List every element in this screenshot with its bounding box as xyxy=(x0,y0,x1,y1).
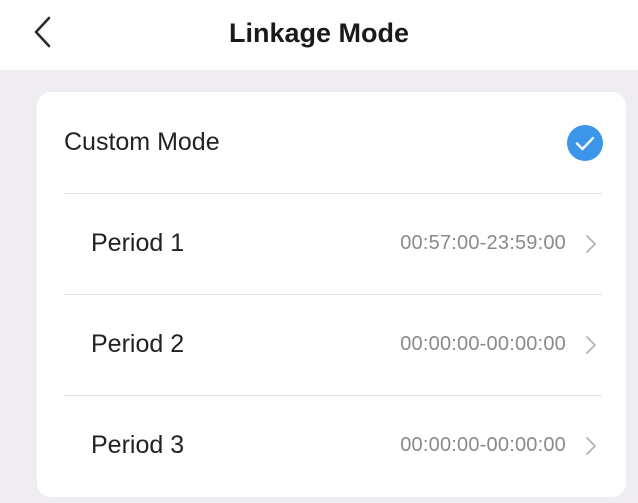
period-label: Period 2 xyxy=(91,330,185,358)
period-time-range: 00:57:00-23:59:00 xyxy=(400,232,566,254)
chevron-right-icon xyxy=(586,336,596,354)
period-time-range: 00:00:00-00:00:00 xyxy=(400,333,566,355)
custom-mode-label: Custom Mode xyxy=(64,128,220,156)
content-area: Custom Mode Period 1 00:57:00-23:59:00 P… xyxy=(0,70,638,503)
period-row-1[interactable]: Period 1 00:57:00-23:59:00 xyxy=(64,193,602,295)
chevron-right-icon xyxy=(586,437,596,455)
check-circle-icon xyxy=(567,125,603,161)
page-title: Linkage Mode xyxy=(228,18,410,48)
top-bar: Linkage Mode xyxy=(0,0,638,70)
custom-mode-row[interactable]: Custom Mode xyxy=(64,92,603,194)
period-row-2[interactable]: Period 2 00:00:00-00:00:00 xyxy=(64,294,602,396)
chevron-right-icon xyxy=(586,235,596,253)
period-row-3[interactable]: Period 3 00:00:00-00:00:00 xyxy=(64,395,602,496)
settings-card: Custom Mode Period 1 00:57:00-23:59:00 P… xyxy=(37,92,626,497)
period-label: Period 3 xyxy=(91,431,185,459)
period-time-range: 00:00:00-00:00:00 xyxy=(400,434,566,456)
period-label: Period 1 xyxy=(91,229,185,257)
